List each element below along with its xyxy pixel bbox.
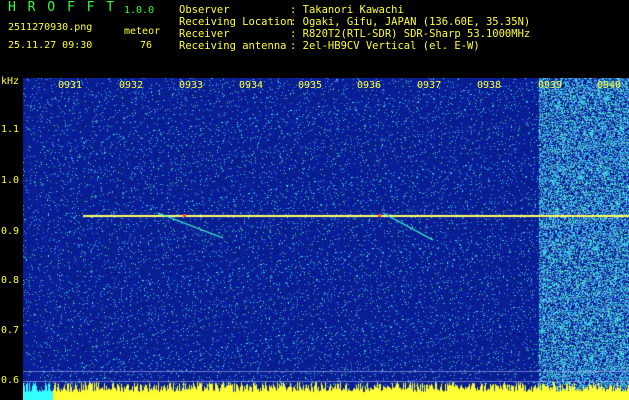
x-tick-0933: 0933 — [179, 80, 204, 91]
app-version: 1.0.0 — [124, 5, 155, 16]
filename-label: 2511270930.png — [8, 22, 93, 33]
x-tick-0934: 0934 — [239, 80, 264, 91]
location-value: : Ogaki, Gifu, JAPAN (136.60E, 35.35N) — [290, 16, 531, 28]
count-label: 76 — [140, 40, 153, 51]
x-tick-0932: 0932 — [119, 80, 144, 91]
location-key: Receiving Location — [179, 16, 293, 28]
x-tick-0936: 0936 — [357, 80, 382, 91]
receiver-key: Receiver — [179, 28, 230, 40]
y-tick-0-9: 0.9 — [1, 226, 20, 237]
x-tick-0931: 0931 — [58, 80, 83, 91]
x-tick-0937: 0937 — [417, 80, 442, 91]
spectrogram-canvas — [23, 78, 629, 400]
receiver-value: : R820T2(RTL-SDR) SDR-Sharp 53.1000MHz — [290, 28, 531, 40]
app-title: H R O F F T — [8, 0, 117, 15]
x-tick-0939: 0939 — [538, 80, 563, 91]
y-tick-1-1: 1.1 — [1, 124, 20, 135]
y-tick-0-7: 0.7 — [1, 325, 20, 336]
observer-value: : Takanori Kawachi — [290, 4, 404, 16]
observer-key: Observer — [179, 4, 230, 16]
y-tick-1-0: 1.0 — [1, 175, 20, 186]
unit-label: kHz — [1, 76, 20, 87]
y-tick-0-8: 0.8 — [1, 275, 20, 286]
datetime-label: 25.11.27 09:30 — [8, 40, 93, 51]
x-tick-0940: 0940 — [597, 80, 622, 91]
x-tick-0935: 0935 — [298, 80, 323, 91]
mode-label: meteor — [124, 26, 161, 37]
header-panel: H R O F F T 1.0.0 2511270930.png meteor … — [0, 0, 629, 76]
x-tick-0938: 0938 — [477, 80, 502, 91]
y-tick-0-6: 0.6 — [1, 375, 20, 386]
antenna-key: Receiving antenna — [179, 40, 287, 52]
antenna-value: : 2el-HB9CV Vertical (el. E-W) — [290, 40, 480, 52]
